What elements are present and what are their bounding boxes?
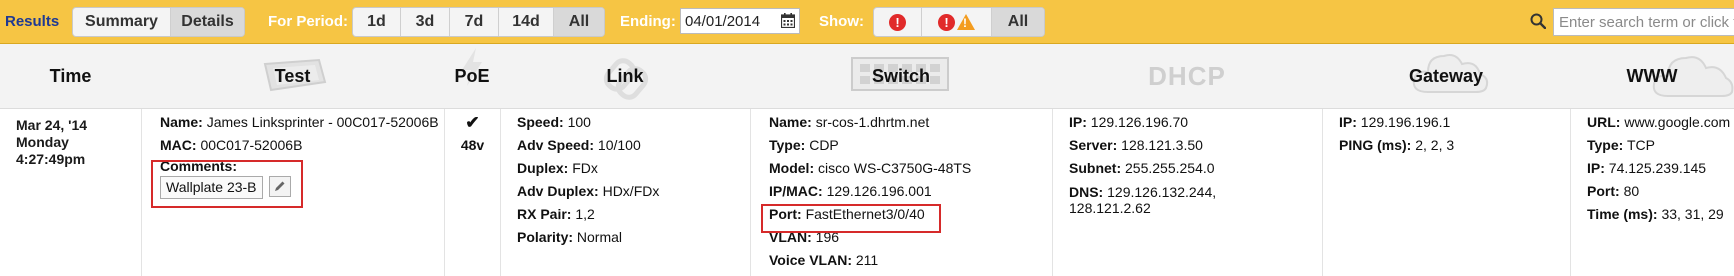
period-toggle: 1d 3d 7d 14d All [352,7,605,37]
column-header-link[interactable]: Link [500,44,750,108]
results-table-header: Time Test PoE Link Switch DHCP Gateway W… [0,44,1734,109]
column-header-switch[interactable]: Switch [750,44,1052,108]
test-mac: MAC: 00C017-52006B [160,137,303,153]
www-cell: URL: www.google.com Type: TCP IP: 74.125… [1570,109,1734,276]
port-highlight-box [761,204,941,233]
result-row[interactable]: Mar 24, '14 Monday 4:27:49pm Name: James… [0,109,1734,276]
warning-icon: ! [957,14,975,30]
result-day: Monday [16,134,69,150]
view-toggle: Summary Details [72,7,245,37]
gateway-cell: IP: 129.196.196.1 PING (ms): 2, 2, 3 [1322,109,1570,276]
period-all-button[interactable]: All [554,8,604,36]
results-label: Results [5,13,60,30]
column-header-test[interactable]: Test [141,44,444,108]
link-cell: Speed: 100 Adv Speed: 10/100 Duplex: FDx… [500,109,750,276]
details-tab[interactable]: Details [171,8,244,36]
search-icon [1530,13,1546,29]
period-3d-button[interactable]: 3d [401,8,450,36]
www-port: Port: 80 [1587,183,1640,199]
comments-highlight-box [151,160,303,208]
summary-tab[interactable]: Summary [73,8,171,36]
link-adv-speed: Adv Speed: 10/100 [517,137,641,153]
poe-check-icon: ✔ [465,113,480,132]
link-duplex: Duplex: FDx [517,160,598,176]
show-errors-button[interactable]: ! [874,8,922,36]
gateway-ip: IP: 129.196.196.1 [1339,114,1451,130]
poe-voltage: 48v [460,137,485,153]
calendar-icon[interactable] [781,13,795,28]
ending-date-field[interactable]: 04/01/2014 [680,8,800,34]
www-time: Time (ms): 33, 31, 29 [1587,206,1724,222]
column-header-dhcp[interactable]: DHCP [1052,44,1322,108]
search-input[interactable] [1559,13,1734,31]
www-type: Type: TCP [1587,137,1655,153]
link-adv-duplex: Adv Duplex: HDx/FDx [517,183,660,199]
time-cell: Mar 24, '14 Monday 4:27:49pm [0,109,141,276]
switch-model: Model: cisco WS-C3750G-48TS [769,160,972,176]
search-box [1553,8,1734,36]
error-icon: ! [889,13,906,31]
www-ip: IP: 74.125.239.145 [1587,160,1707,176]
switch-ip-mac: IP/MAC: 129.126.196.001 [769,183,932,199]
error-icon: ! [938,13,955,31]
ending-label: Ending: [620,13,676,30]
show-errors-warnings-button[interactable]: ! ! [922,8,992,36]
period-label: For Period: [268,13,349,30]
test-name: Name: James Linksprinter - 00C017-52006B [160,114,439,130]
dhcp-dns-secondary: 128.121.2.62 [1069,200,1151,216]
dhcp-server: Server: 128.121.3.50 [1069,137,1203,153]
result-clock: 4:27:49pm [16,151,86,167]
link-speed: Speed: 100 [517,114,591,130]
ending-date-value: 04/01/2014 [685,12,761,30]
dhcp-ip: IP: 129.126.196.70 [1069,114,1189,130]
show-filter-toggle: ! ! ! All [873,7,1045,37]
column-header-time[interactable]: Time [0,44,141,108]
column-header-gateway[interactable]: Gateway [1322,44,1570,108]
switch-voice-vlan: Voice VLAN: 211 [769,252,879,268]
column-header-poe[interactable]: PoE [444,44,500,108]
toolbar: Results Summary Details For Period: 1d 3… [0,0,1734,44]
show-label: Show: [819,13,864,30]
result-date: Mar 24, '14 [16,117,88,133]
dhcp-dns: DNS: 129.126.132.244, [1069,184,1217,200]
gateway-ping: PING (ms): 2, 2, 3 [1339,137,1455,153]
link-rx-pair: RX Pair: 1,2 [517,206,595,222]
show-all-button[interactable]: All [992,8,1044,36]
dhcp-cell: IP: 129.126.196.70 Server: 128.121.3.50 … [1052,109,1322,276]
link-polarity: Polarity: Normal [517,229,623,245]
poe-cell: ✔ 48v [444,109,500,276]
period-1d-button[interactable]: 1d [353,8,401,36]
switch-cell: Name: sr-cos-1.dhrtm.net Type: CDP Model… [750,109,1052,276]
period-7d-button[interactable]: 7d [450,8,499,36]
switch-type: Type: CDP [769,137,839,153]
switch-name: Name: sr-cos-1.dhrtm.net [769,114,930,130]
period-14d-button[interactable]: 14d [499,8,554,36]
www-url: URL: www.google.com [1587,114,1731,130]
column-header-www[interactable]: WWW [1570,44,1734,108]
dhcp-subnet: Subnet: 255.255.254.0 [1069,160,1215,176]
